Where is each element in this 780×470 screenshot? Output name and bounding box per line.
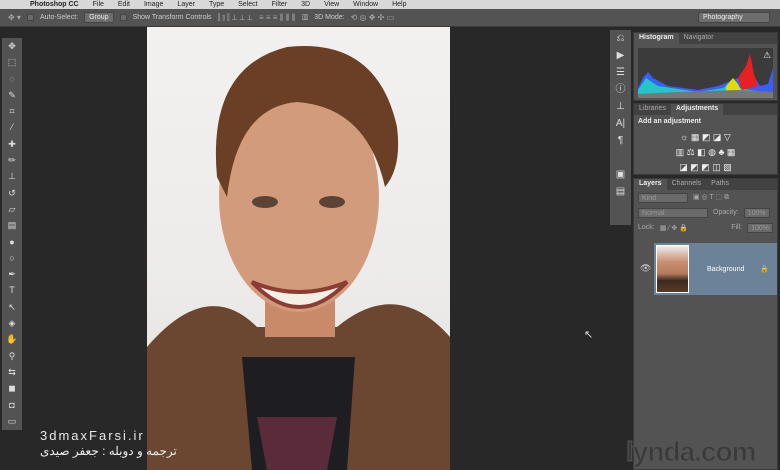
layer-comps-icon[interactable]: ▣ bbox=[616, 166, 625, 183]
layer-filter-dropdown[interactable]: Kind bbox=[638, 192, 688, 203]
tab-layers[interactable]: Layers bbox=[634, 179, 667, 190]
tab-navigator[interactable]: Navigator bbox=[679, 33, 719, 44]
3d-mode-icons[interactable]: ⟲ ◎ ✥ ✣ ▭ bbox=[351, 13, 395, 22]
watermark-site: 3dmaxFarsi.ir bbox=[40, 428, 145, 443]
properties-icon[interactable]: ☰ bbox=[616, 64, 625, 81]
layer-row-background[interactable]: Background 🔒 bbox=[654, 243, 777, 295]
paragraph-icon[interactable]: ¶ bbox=[618, 132, 623, 149]
warning-icon: ⚠ bbox=[763, 50, 771, 60]
quick-mask-icon[interactable]: ◘ bbox=[9, 397, 14, 413]
tab-libraries[interactable]: Libraries bbox=[634, 104, 671, 115]
menu-filter[interactable]: Filter bbox=[272, 1, 288, 8]
zoom-tool-icon[interactable]: ⚲ bbox=[9, 348, 16, 364]
menu-select[interactable]: Select bbox=[238, 1, 257, 8]
menu-type[interactable]: Type bbox=[209, 1, 224, 8]
workspace-dropdown[interactable]: Photography bbox=[698, 12, 770, 23]
menu-window[interactable]: Window bbox=[353, 1, 378, 8]
menu-image[interactable]: Image bbox=[144, 1, 163, 8]
move-tool-icon[interactable]: ✥ ▾ bbox=[8, 13, 21, 22]
menu-bar: Photoshop CC File Edit Image Layer Type Select… bbox=[0, 0, 780, 9]
menu-layer[interactable]: Layer bbox=[177, 1, 195, 8]
tab-histogram[interactable]: Histogram bbox=[634, 33, 679, 44]
layer-thumbnail bbox=[656, 245, 689, 293]
menu-3d[interactable]: 3D bbox=[301, 1, 310, 8]
tab-paths[interactable]: Paths bbox=[706, 179, 734, 190]
fill-label: Fill: bbox=[731, 224, 743, 231]
history-brush-icon[interactable]: ↺ bbox=[8, 185, 16, 201]
opacity-field[interactable]: 100% bbox=[743, 207, 770, 218]
marquee-tool-icon[interactable]: ⬚ bbox=[8, 54, 17, 70]
auto-select-checkbox[interactable] bbox=[26, 14, 34, 21]
pen-tool-icon[interactable]: ✒ bbox=[8, 266, 16, 282]
crop-tool-icon[interactable]: ⌗ bbox=[9, 103, 14, 119]
histogram-panel: Histogram Navigator ⚠ bbox=[633, 32, 778, 101]
adjustment-icons-row-1[interactable]: ☼ ▦ ◩ ◪ ▽ bbox=[634, 132, 777, 143]
eraser-tool-icon[interactable]: ▱ bbox=[9, 201, 16, 217]
lock-icons[interactable]: ▦ ⁄ ✥ 🔒 bbox=[660, 224, 688, 232]
menu-file[interactable]: File bbox=[93, 1, 104, 8]
blur-tool-icon[interactable]: ● bbox=[9, 234, 14, 250]
menu-app[interactable]: Photoshop CC bbox=[30, 1, 79, 8]
collapsed-panel-icons: ⎌ ▶ ☰ ⓘ ⊥ A| ¶ ▣ ▤ bbox=[610, 30, 631, 225]
layers-panel: Layers Channels Paths Kind ▣ ◎ T ⬚ ⧉ Normal… bbox=[633, 178, 778, 470]
character-icon[interactable]: A| bbox=[616, 115, 625, 132]
path-select-tool-icon[interactable]: ↖ bbox=[8, 299, 16, 315]
3d-mode-label: 3D Mode: bbox=[314, 14, 345, 21]
watermark-credit: ترجمه و دوبله : جعفر صیدی bbox=[40, 444, 177, 458]
notes-icon[interactable]: ▤ bbox=[616, 183, 625, 200]
dodge-tool-icon[interactable]: ○ bbox=[9, 250, 14, 266]
auto-select-label: Auto-Select: bbox=[39, 14, 79, 21]
document-canvas[interactable] bbox=[147, 27, 450, 470]
clone-source-icon[interactable]: ⊥ bbox=[616, 98, 625, 115]
blend-mode-dropdown[interactable]: Normal bbox=[638, 207, 708, 218]
lock-label: Lock: bbox=[638, 224, 655, 231]
gradient-tool-icon[interactable]: ▤ bbox=[8, 217, 17, 233]
visibility-eye-icon[interactable]: 👁 bbox=[640, 263, 651, 274]
eyedropper-tool-icon[interactable]: ⁄ bbox=[11, 119, 13, 135]
actions-play-icon[interactable]: ▶ bbox=[617, 47, 625, 64]
menu-help[interactable]: Help bbox=[392, 1, 406, 8]
adjustment-icons-row-3[interactable]: ◪ ◩ ◩ ◫ ▧ bbox=[634, 162, 777, 173]
menu-edit[interactable]: Edit bbox=[118, 1, 130, 8]
filter-icons[interactable]: ▣ ◎ T ⬚ ⧉ bbox=[693, 193, 729, 202]
adjustment-icons-row-2[interactable]: ▥ ⚖ ◧ ◍ ♣ ▦ bbox=[634, 147, 777, 158]
lasso-tool-icon[interactable]: ◌ bbox=[9, 71, 14, 87]
healing-tool-icon[interactable]: ✚ bbox=[8, 136, 16, 152]
portrait-photo bbox=[147, 46, 450, 470]
options-bar: ✥ ▾ Auto-Select: Group Show Transform Co… bbox=[0, 9, 780, 27]
tools-panel: ✥ ⬚ ◌ ✎ ⌗ ⁄ ✚ ✏ ⊥ ↺ ▱ ▤ ● ○ ✒ T ↖ ◈ ✋ ⚲ … bbox=[2, 38, 22, 430]
layer-lock-icon: 🔒 bbox=[760, 266, 769, 273]
hand-tool-icon[interactable]: ✋ bbox=[6, 331, 17, 347]
lynda-logo: lynda.com bbox=[625, 436, 756, 468]
brush-tool-icon[interactable]: ✏ bbox=[8, 152, 16, 168]
mouse-cursor-icon: ↖ bbox=[584, 329, 594, 341]
menu-view[interactable]: View bbox=[324, 1, 339, 8]
auto-select-dropdown[interactable]: Group bbox=[84, 12, 114, 23]
default-colors-icon[interactable]: ⇆ bbox=[8, 364, 16, 380]
adjustments-panel: Libraries Adjustments Add an adjustment ☼… bbox=[633, 103, 778, 175]
tab-channels[interactable]: Channels bbox=[667, 179, 707, 190]
histogram-graph: ⚠ bbox=[638, 48, 773, 98]
screen-mode-icon[interactable]: ▭ bbox=[8, 413, 17, 429]
info-icon[interactable]: ⓘ bbox=[616, 81, 626, 98]
adjustments-heading: Add an adjustment bbox=[638, 118, 702, 125]
history-icon[interactable]: ⎌ bbox=[617, 30, 625, 47]
tab-adjustments[interactable]: Adjustments bbox=[670, 104, 724, 115]
fill-field[interactable]: 100% bbox=[747, 222, 773, 233]
shape-tool-icon[interactable]: ◈ bbox=[9, 315, 16, 331]
transform-controls-checkbox[interactable] bbox=[119, 14, 127, 21]
align-icons[interactable]: ⫿ ⫾ ⫿ ⊥ ⊥ ⊥ ≡ ≡ ≡ ⫼ ⫼ ⫼ ▥ bbox=[218, 13, 309, 23]
transform-controls-label: Show Transform Controls bbox=[132, 14, 212, 21]
opacity-label: Opacity: bbox=[713, 209, 739, 216]
type-tool-icon[interactable]: T bbox=[9, 282, 15, 298]
layer-name: Background bbox=[707, 265, 745, 273]
move-tool-icon[interactable]: ✥ bbox=[8, 38, 16, 54]
stamp-tool-icon[interactable]: ⊥ bbox=[8, 168, 16, 184]
quick-select-tool-icon[interactable]: ✎ bbox=[8, 87, 16, 103]
color-swatches-icon[interactable]: ◼ bbox=[8, 380, 15, 396]
